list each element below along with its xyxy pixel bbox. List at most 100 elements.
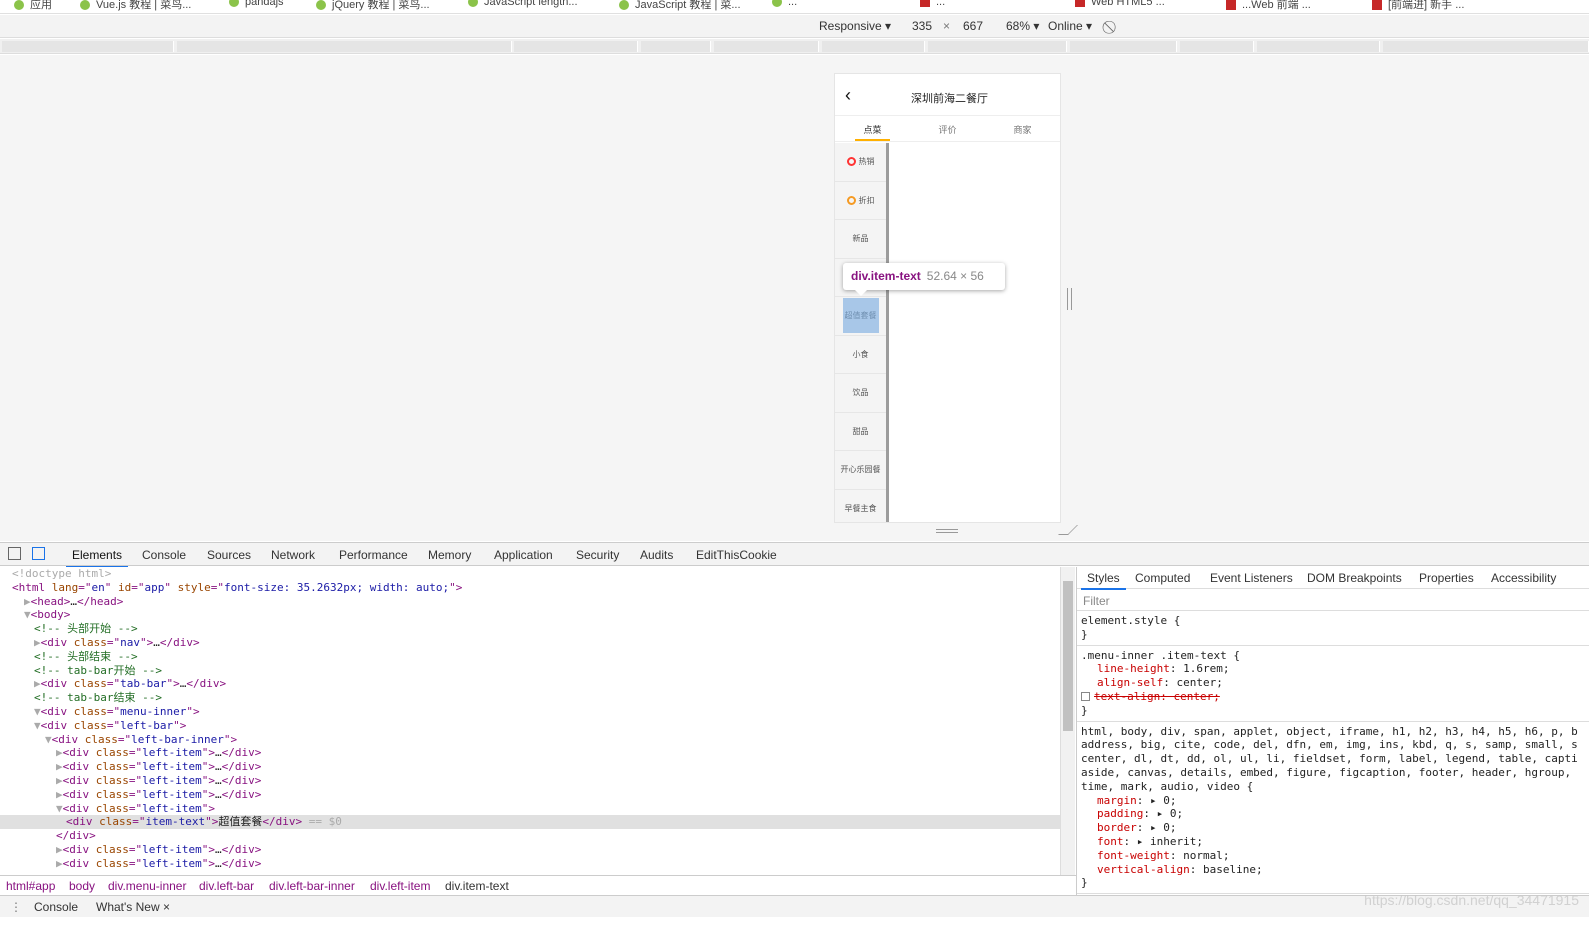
breadcrumb-item[interactable]: div.left-bar <box>199 879 254 893</box>
bookmark-item[interactable]: Web HTML5 ... <box>1075 0 1165 12</box>
styles-tab[interactable]: Styles <box>1081 571 1126 590</box>
devtools-tab[interactable]: Performance <box>339 548 408 562</box>
dom-node-line[interactable]: ▶<div class="left-item">…</div> <box>0 788 1060 802</box>
dom-node-line[interactable]: ▼<div class="left-bar"> <box>0 719 1060 733</box>
dom-node-line[interactable]: <div class="item-text">超值套餐</div> == $0 <box>0 815 1060 830</box>
css-property[interactable]: line-height: 1.6rem; <box>1081 662 1585 676</box>
app-tab[interactable]: 评价 <box>910 116 985 141</box>
styles-filter-input[interactable]: Filter <box>1077 589 1589 611</box>
menu-item[interactable]: 折扣 <box>835 182 886 220</box>
device-mode-select[interactable]: Responsive ▾ <box>819 19 891 33</box>
scrollbar-thumb[interactable] <box>1063 581 1073 731</box>
menu-item[interactable]: 饮品 <box>835 374 886 413</box>
bookmark-item[interactable]: JavaScript 教程 | 菜... <box>619 0 741 12</box>
styles-tab[interactable]: Accessibility <box>1491 571 1556 585</box>
dom-node-line[interactable]: ▶<div class="nav">…</div> <box>0 636 1060 650</box>
css-property[interactable]: text-align: center; <box>1081 690 1585 704</box>
dom-node-line[interactable]: <!-- 头部结束 --> <box>0 650 1060 664</box>
css-property[interactable]: font-weight: normal; <box>1081 849 1585 863</box>
media-query-segment[interactable] <box>714 41 819 52</box>
breadcrumb-item[interactable]: div.left-bar-inner <box>269 879 355 893</box>
breadcrumb-item[interactable]: body <box>69 879 95 893</box>
styles-tab[interactable]: Computed <box>1135 571 1190 585</box>
dom-node-line[interactable]: ▶<div class="left-item">…</div> <box>0 774 1060 788</box>
css-property[interactable]: margin: ▸ 0; <box>1081 794 1585 808</box>
dom-node-line[interactable]: ▼<div class="menu-inner"> <box>0 705 1060 719</box>
elements-scrollbar[interactable] <box>1060 567 1075 875</box>
elements-tree[interactable]: <!doctype html> <html lang="en" id="app" … <box>0 567 1060 875</box>
media-query-segment[interactable] <box>2 41 174 52</box>
devtools-tab[interactable]: Sources <box>207 548 251 562</box>
dom-node-line[interactable]: ▼<body> <box>0 608 1060 622</box>
bookmark-item[interactable]: jQuery 教程 | 菜鸟... <box>316 0 430 12</box>
breadcrumb-item[interactable]: div.item-text <box>445 879 509 893</box>
css-property[interactable]: border: ▸ 0; <box>1081 821 1585 835</box>
css-property[interactable]: vertical-align: baseline; <box>1081 863 1585 877</box>
devtools-tab[interactable]: Network <box>271 548 315 562</box>
throttle-select[interactable]: Online ▾ <box>1048 19 1092 33</box>
media-query-segment[interactable] <box>177 41 512 52</box>
dom-node-line[interactable]: <!-- 头部开始 --> <box>0 622 1060 636</box>
close-icon[interactable]: × <box>163 900 170 914</box>
dom-node-line[interactable]: ▼<div class="left-item"> <box>0 802 1060 816</box>
menu-item[interactable]: 开心乐园餐 <box>835 451 886 490</box>
devtools-tab[interactable]: Console <box>142 548 186 562</box>
dom-node-line[interactable]: ▶<div class="left-item">…</div> <box>0 760 1060 774</box>
css-property[interactable]: padding: ▸ 0; <box>1081 807 1585 821</box>
bookmark-item[interactable]: 应用 <box>14 0 52 12</box>
bookmark-item[interactable]: pandajs <box>229 0 284 12</box>
property-checkbox[interactable] <box>1081 692 1090 702</box>
drawer-tab-whats-new[interactable]: What's New × <box>96 900 170 914</box>
dom-node-line[interactable]: </div> <box>0 829 1060 843</box>
devtools-tab[interactable]: Security <box>576 548 619 562</box>
drawer-menu-icon[interactable]: ⋮ <box>10 900 22 914</box>
styles-tab[interactable]: Event Listeners <box>1210 571 1293 585</box>
bookmark-item[interactable]: Vue.js 教程 | 菜鸟... <box>80 0 191 12</box>
bookmark-item[interactable]: JavaScript length... <box>468 0 578 12</box>
media-query-segment[interactable] <box>641 41 711 52</box>
media-query-segment[interactable] <box>928 41 1067 52</box>
menu-item[interactable]: 小食 <box>835 336 886 374</box>
bookmark-item[interactable]: [前端进] 新手 ... <box>1372 0 1464 12</box>
dom-node-line[interactable]: ▼<div class="left-bar-inner"> <box>0 733 1060 747</box>
bookmark-item[interactable]: ... <box>920 0 945 12</box>
app-tab[interactable]: 商家 <box>985 116 1060 141</box>
inspect-element-icon[interactable] <box>8 547 21 560</box>
menu-item[interactable]: 超值套餐 <box>835 297 886 336</box>
breadcrumb-item[interactable]: html#app <box>6 879 55 893</box>
dom-node-line[interactable]: ▶<head>…</head> <box>0 595 1060 609</box>
resize-handle-right[interactable] <box>1067 288 1072 310</box>
css-property[interactable]: align-self: center; <box>1081 676 1585 690</box>
dom-node-line[interactable]: <!doctype html> <box>0 567 1060 581</box>
dom-node-line[interactable]: <html lang="en" id="app" style="font-siz… <box>0 581 1060 595</box>
menu-item[interactable]: 热销 <box>835 143 886 182</box>
breadcrumb-item[interactable]: div.left-item <box>370 879 430 893</box>
media-query-segment[interactable] <box>514 41 638 52</box>
media-query-segment[interactable] <box>822 41 925 52</box>
dom-node-line[interactable]: ▶<div class="left-item">…</div> <box>0 843 1060 857</box>
devtools-tab[interactable]: EditThisCookie <box>696 548 777 562</box>
media-query-bar[interactable] <box>0 39 1589 54</box>
zoom-select[interactable]: 68% ▾ <box>1006 19 1039 33</box>
media-query-segment[interactable] <box>1070 41 1177 52</box>
devtools-tab[interactable]: Elements <box>65 548 129 568</box>
app-tab[interactable]: 点菜 <box>835 116 910 141</box>
styles-tab[interactable]: DOM Breakpoints <box>1307 571 1402 585</box>
drawer-tab-console[interactable]: Console <box>34 900 78 914</box>
styles-tab[interactable]: Properties <box>1419 571 1474 585</box>
devtools-tab[interactable]: Audits <box>640 548 673 562</box>
dom-node-line[interactable]: ▶<div class="tab-bar">…</div> <box>0 677 1060 691</box>
dom-node-line[interactable]: ▶<div class="left-item">…</div> <box>0 746 1060 760</box>
media-query-segment[interactable] <box>1383 41 1589 52</box>
devtools-tab[interactable]: Application <box>494 548 553 562</box>
resize-handle-bottom[interactable] <box>936 529 958 533</box>
breadcrumb-item[interactable]: div.menu-inner <box>108 879 186 893</box>
dom-node-line[interactable]: <!-- tab-bar结束 --> <box>0 691 1060 705</box>
menu-item[interactable]: 早餐主食 <box>835 490 886 523</box>
device-toggle-icon[interactable] <box>32 547 45 560</box>
dom-node-line[interactable]: ▶<div class="left-item">…</div> <box>0 857 1060 871</box>
viewport-height-input[interactable]: 667 <box>963 19 983 33</box>
css-property[interactable]: font: ▸ inherit; <box>1081 835 1585 849</box>
media-query-segment[interactable] <box>1180 41 1254 52</box>
menu-item[interactable]: 甜品 <box>835 413 886 451</box>
